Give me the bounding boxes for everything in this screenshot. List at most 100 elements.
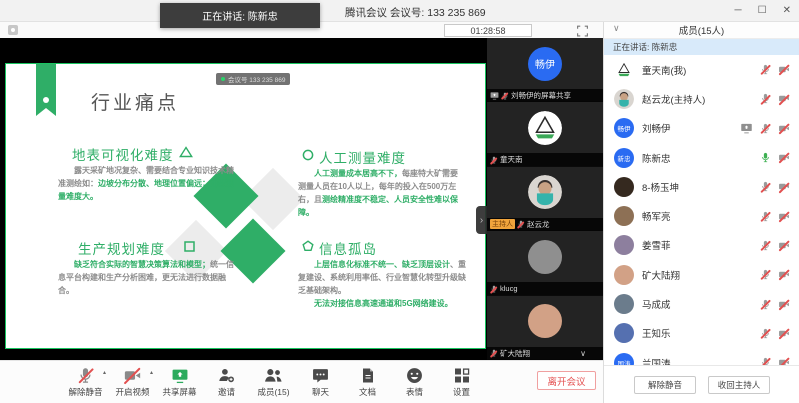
toolbar-share-screen[interactable]: 共享屏幕	[156, 366, 203, 398]
member-name: 王知乐	[642, 326, 760, 340]
member-row[interactable]: 国涛 兰国涛	[604, 348, 799, 365]
panel-collapse-button[interactable]: ∨	[613, 23, 620, 34]
toolbar-settings[interactable]: 设置	[438, 366, 485, 398]
section-heading-text: 生产规划难度	[78, 238, 165, 258]
toolbar-unmute[interactable]: ▴ 解除静音	[62, 366, 109, 398]
toolbar-members[interactable]: 成员(15)	[250, 366, 297, 398]
strip-collapse-button[interactable]: ∨	[580, 349, 600, 358]
chevron-down-icon: ∨	[613, 23, 620, 33]
mic-muted-icon[interactable]	[760, 181, 771, 192]
mic-muted-icon	[517, 220, 525, 228]
video-thumbnail-host[interactable]: 主持人 赵云龙	[487, 167, 603, 231]
mic-muted-icon	[501, 92, 509, 100]
camera-off-icon[interactable]	[778, 240, 790, 251]
member-row[interactable]: 8-杨玉坤	[604, 172, 799, 201]
camera-off-icon[interactable]	[778, 211, 790, 222]
avatar-sailboat	[614, 60, 634, 80]
member-row[interactable]: 畅伊 刘畅伊	[604, 114, 799, 143]
member-row[interactable]: 姜雪菲	[604, 231, 799, 260]
maximize-button[interactable]: ☐	[758, 6, 767, 16]
window-controls: ─ ☐ ✕	[735, 0, 791, 22]
toolbar-label: 文档	[359, 386, 376, 398]
minimize-button[interactable]: ─	[735, 6, 742, 16]
strip-expand-handle[interactable]: ›	[476, 206, 487, 234]
camera-off-icon[interactable]	[778, 93, 790, 104]
member-row[interactable]: 赵云龙(主持人)	[604, 84, 799, 113]
thumbnail-label: 矿大陆翔	[500, 348, 530, 359]
shared-screen-area: 行业痛点 会议号 133 235 869 地表可视化难度 露天采矿地况复杂、需要…	[0, 38, 487, 360]
fullscreen-icon[interactable]	[576, 25, 589, 37]
member-name: 赵云龙(主持人)	[642, 92, 760, 106]
mic-muted-icon	[490, 349, 498, 357]
title-bar: 腾讯会议 会议号: 133 235 869 ─ ☐ ✕	[0, 0, 799, 22]
mic-muted-icon[interactable]	[760, 93, 771, 104]
member-row[interactable]: 畅军亮	[604, 201, 799, 230]
video-thumbnail[interactable]: 童天南	[487, 102, 603, 166]
mic-muted-icon[interactable]	[760, 357, 771, 365]
caret-up-icon[interactable]: ▴	[150, 369, 153, 376]
toolbar-start-video[interactable]: ▴ 开启视频	[109, 366, 156, 398]
camera-off-icon[interactable]	[778, 299, 790, 310]
mic-muted-icon	[490, 156, 498, 164]
mic-muted-icon	[490, 285, 498, 293]
section-heading-text: 信息孤岛	[319, 238, 377, 258]
avatar-mask-face	[528, 175, 562, 209]
reclaim-host-button[interactable]: 收回主持人	[708, 376, 770, 394]
unmute-all-button[interactable]: 解除静音	[634, 376, 696, 394]
member-row[interactable]: 矿大陆翔	[604, 260, 799, 289]
camera-off-icon[interactable]	[778, 64, 790, 75]
video-thumbnail[interactable]: 矿大陆翔 ∨	[487, 296, 603, 360]
camera-off-icon[interactable]	[778, 123, 790, 134]
member-name: 陈新忠	[642, 151, 760, 165]
chevron-right-icon: ›	[480, 215, 483, 226]
camera-off-icon[interactable]	[778, 328, 790, 339]
avatar	[614, 177, 634, 197]
mic-muted-icon[interactable]	[760, 299, 771, 310]
camera-off-icon[interactable]	[778, 357, 790, 365]
mic-muted-icon[interactable]	[760, 328, 771, 339]
circle-icon	[302, 149, 314, 165]
toolbar-emoji[interactable]: 表情	[391, 366, 438, 398]
member-row[interactable]: 王知乐	[604, 319, 799, 348]
toolbar-label: 邀请	[218, 386, 235, 398]
video-thumbnail-screenshare[interactable]: 畅伊 刘畅伊的屏幕共享	[487, 38, 603, 102]
meeting-info-icon[interactable]	[8, 25, 18, 35]
chevron-down-icon: ∨	[580, 349, 586, 358]
toolbar-docs[interactable]: 文档	[344, 366, 391, 398]
member-name: 刘畅伊	[642, 121, 740, 135]
thumbnail-label: 赵云龙	[527, 219, 550, 230]
mic-muted-icon[interactable]	[760, 64, 771, 75]
presentation-slide: 行业痛点 会议号 133 235 869 地表可视化难度 露天采矿地况复杂、需要…	[5, 63, 486, 349]
chat-icon	[312, 367, 329, 384]
section-heading-text: 地表可视化难度	[72, 144, 174, 164]
host-badge: 主持人	[490, 219, 515, 229]
caret-up-icon[interactable]: ▴	[103, 369, 106, 376]
camera-off-icon[interactable]	[778, 181, 790, 192]
avatar-sailboat	[528, 111, 562, 145]
meeting-watermark: 会议号 133 235 869	[216, 73, 290, 85]
member-row[interactable]: 童天南(我)	[604, 55, 799, 84]
toolbar-invite[interactable]: 邀请	[203, 366, 250, 398]
body-text-green: 人工测量成本居高不下，	[314, 169, 402, 178]
camera-off-icon[interactable]	[778, 152, 790, 163]
leave-meeting-button[interactable]: 离开会议	[537, 371, 596, 390]
camera-off-icon[interactable]	[778, 269, 790, 280]
member-panel-header: ∨ 成员(15人)	[604, 22, 799, 39]
member-row[interactable]: 马成成	[604, 289, 799, 318]
body-text-green: 测绘精准度不稳定、人员安全性难以保障。	[298, 195, 458, 217]
close-button[interactable]: ✕	[783, 6, 791, 16]
avatar	[528, 304, 562, 338]
square-icon	[184, 240, 195, 256]
member-row[interactable]: 新忠 陈新忠	[604, 143, 799, 172]
mic-muted-icon[interactable]	[760, 211, 771, 222]
mic-muted-icon[interactable]	[760, 269, 771, 280]
toolbar-chat[interactable]: 聊天	[297, 366, 344, 398]
share-screen-icon	[171, 367, 189, 384]
mic-muted-icon[interactable]	[760, 240, 771, 251]
mic-muted-icon[interactable]	[760, 123, 771, 134]
video-thumbnail[interactable]: klucg	[487, 231, 603, 295]
thumbnail-label: 童天南	[500, 154, 523, 165]
mic-active-icon[interactable]	[760, 152, 771, 163]
ribbon-dot	[43, 97, 49, 103]
watermark-dot-icon	[221, 77, 225, 81]
